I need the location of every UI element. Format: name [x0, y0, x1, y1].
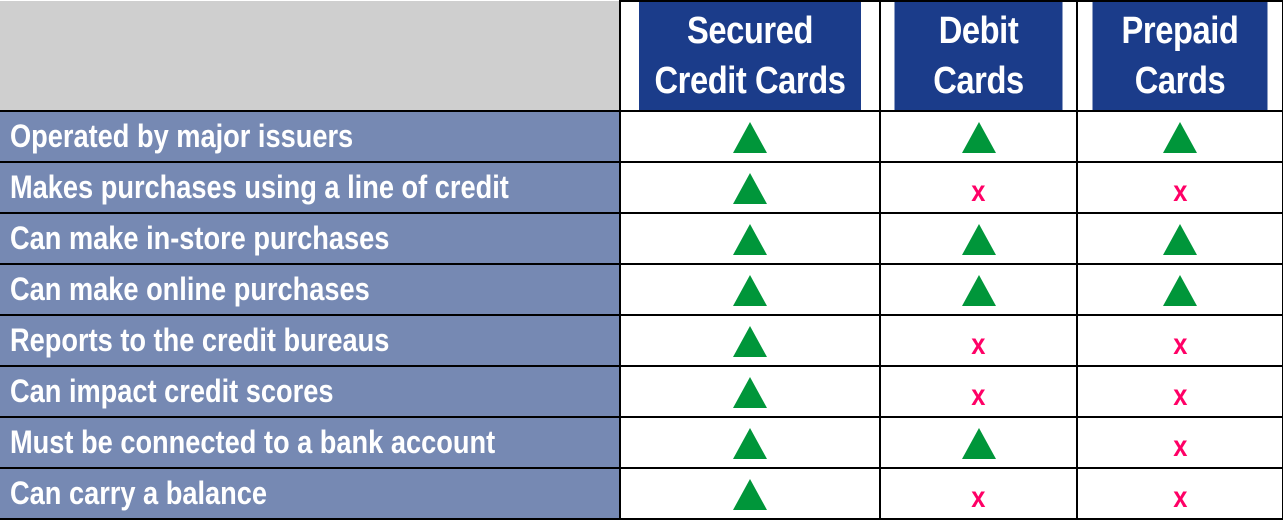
- green-triangle-icon: [733, 274, 767, 306]
- comparison-table-container: Secured Credit Cards Debit Cards Prepaid…: [0, 0, 1283, 520]
- feature-cell: [619, 263, 881, 316]
- table-row: Operated by major issuers: [0, 110, 1283, 163]
- green-triangle-icon: [1163, 223, 1197, 255]
- table-row: Makes purchases using a line of credit x x: [0, 161, 1283, 214]
- green-triangle-icon: [733, 121, 767, 153]
- table-row: Can impact credit scores x x: [0, 365, 1283, 418]
- feature-cell: [619, 212, 881, 265]
- feature-cell: [619, 314, 881, 367]
- column-header-line2: Cards: [933, 60, 1024, 102]
- feature-cell: [619, 467, 881, 520]
- column-header-line1: Secured: [687, 10, 813, 52]
- x-mark-icon: x: [1172, 378, 1188, 412]
- column-header-secured-credit-cards: Secured Credit Cards: [637, 0, 863, 112]
- feature-cell: x: [1076, 365, 1283, 418]
- row-label-cell: Reports to the credit bureaus: [0, 314, 621, 367]
- table-row: Reports to the credit bureaus x x: [0, 314, 1283, 367]
- table-row: Can make online purchases: [0, 263, 1283, 316]
- row-label: Can carry a balance: [10, 475, 268, 511]
- row-label: Operated by major issuers: [10, 118, 354, 154]
- x-mark-icon: x: [1172, 480, 1188, 514]
- x-mark-icon: x: [971, 327, 986, 361]
- x-mark-icon: x: [971, 174, 986, 208]
- row-label: Reports to the credit bureaus: [10, 322, 390, 358]
- column-header-line2: Cards: [1134, 60, 1226, 102]
- green-triangle-icon: [961, 121, 996, 153]
- green-triangle-icon: [961, 427, 996, 459]
- column-header-line1: Prepaid: [1121, 10, 1239, 52]
- green-triangle-icon: [961, 223, 996, 255]
- row-label-cell: Can make in-store purchases: [0, 212, 621, 265]
- feature-cell: x: [1076, 161, 1283, 214]
- x-mark-icon: x: [1172, 429, 1188, 463]
- feature-cell: [879, 263, 1078, 316]
- green-triangle-icon: [733, 223, 767, 255]
- green-triangle-icon: [733, 172, 767, 204]
- feature-cell: x: [879, 314, 1078, 367]
- x-mark-icon: x: [1172, 174, 1188, 208]
- feature-cell: [1076, 212, 1283, 265]
- x-mark-icon: x: [971, 378, 986, 412]
- feature-cell: [1076, 110, 1283, 163]
- green-triangle-icon: [733, 427, 767, 459]
- feature-cell: [879, 110, 1078, 163]
- row-label: Makes purchases using a line of credit: [10, 169, 509, 205]
- table-row: Can carry a balance x x: [0, 467, 1283, 520]
- header-row: Secured Credit Cards Debit Cards Prepaid…: [0, 0, 1283, 112]
- row-label-cell: Must be connected to a bank account: [0, 416, 621, 469]
- column-header-prepaid-cards: Prepaid Cards: [1090, 0, 1270, 112]
- table-row: Must be connected to a bank account x: [0, 416, 1283, 469]
- feature-cell: x: [879, 161, 1078, 214]
- row-label: Must be connected to a bank account: [10, 424, 496, 460]
- feature-cell: [879, 212, 1078, 265]
- green-triangle-icon: [733, 325, 767, 357]
- row-label: Can make in-store purchases: [10, 220, 390, 256]
- green-triangle-icon: [961, 274, 996, 306]
- row-label-cell: Can make online purchases: [0, 263, 621, 316]
- row-label-cell: Makes purchases using a line of credit: [0, 161, 621, 214]
- table-body: Operated by major issuers Makes purchases…: [0, 110, 1283, 520]
- x-mark-icon: x: [971, 480, 986, 514]
- column-header-line1: Debit: [938, 10, 1019, 52]
- column-header-line2: Credit Cards: [654, 60, 846, 102]
- row-label-cell: Can impact credit scores: [0, 365, 621, 418]
- feature-cell: x: [1076, 416, 1283, 469]
- x-mark-icon: x: [1172, 327, 1188, 361]
- feature-cell: [879, 416, 1078, 469]
- row-label: Can impact credit scores: [10, 373, 334, 409]
- green-triangle-icon: [1163, 121, 1197, 153]
- feature-cell: x: [879, 467, 1078, 520]
- green-triangle-icon: [733, 478, 767, 510]
- green-triangle-icon: [1163, 274, 1197, 306]
- feature-cell: [619, 110, 881, 163]
- feature-cell: x: [1076, 314, 1283, 367]
- feature-cell: [619, 161, 881, 214]
- row-label-cell: Can carry a balance: [0, 467, 621, 520]
- feature-cell: [1076, 263, 1283, 316]
- feature-cell: x: [1076, 467, 1283, 520]
- row-label-cell: Operated by major issuers: [0, 110, 621, 163]
- table-row: Can make in-store purchases: [0, 212, 1283, 265]
- green-triangle-icon: [733, 376, 767, 408]
- corner-cell: [0, 1, 621, 112]
- feature-cell: [619, 365, 881, 418]
- row-label: Can make online purchases: [10, 271, 370, 307]
- feature-cell: x: [879, 365, 1078, 418]
- feature-cell: [619, 416, 881, 469]
- column-header-debit-cards: Debit Cards: [892, 0, 1065, 112]
- comparison-table: Secured Credit Cards Debit Cards Prepaid…: [0, 0, 1283, 520]
